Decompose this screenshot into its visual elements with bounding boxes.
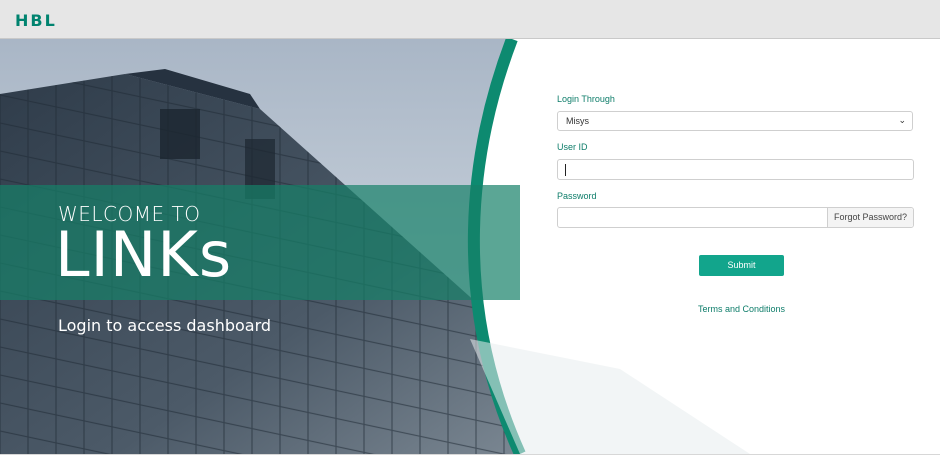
user-id-label: User ID (557, 142, 588, 152)
app-name-title: LINKs (55, 218, 233, 291)
text-cursor (565, 164, 566, 176)
terms-and-conditions-link[interactable]: Terms and Conditions (698, 304, 785, 314)
top-bar: HBL (0, 0, 940, 39)
chevron-down-icon: ⌄ (898, 115, 906, 125)
bottom-strip (0, 454, 940, 469)
user-id-input[interactable] (557, 159, 914, 180)
login-through-value: Misys (566, 116, 589, 126)
welcome-subtitle: Login to access dashboard (58, 316, 272, 335)
password-input[interactable]: Forgot Password? (557, 207, 914, 228)
hbl-logo[interactable]: HBL (15, 11, 57, 30)
forgot-password-button[interactable]: Forgot Password? (826, 208, 913, 227)
submit-button[interactable]: Submit (699, 255, 784, 276)
login-through-label: Login Through (557, 94, 615, 104)
password-label: Password (557, 191, 597, 201)
login-through-select[interactable]: Misys ⌄ (557, 111, 913, 131)
